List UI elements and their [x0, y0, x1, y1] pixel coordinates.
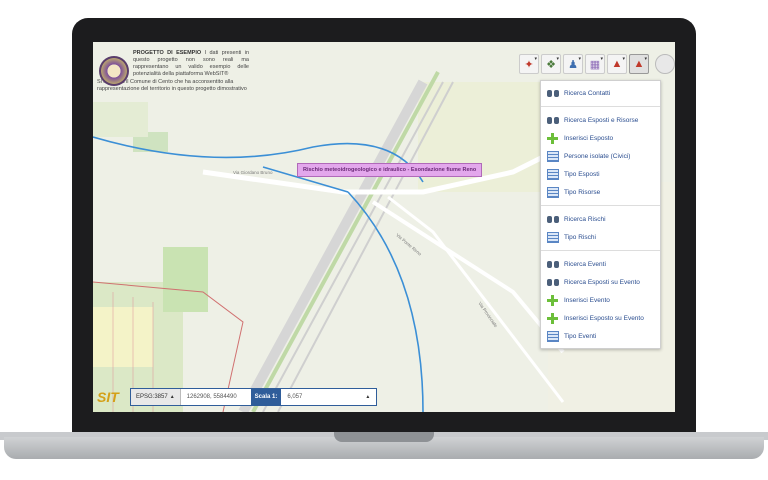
project-logo-icon [99, 56, 129, 86]
road-label: Via Giordano Bruno [233, 170, 273, 175]
binoculars-icon [546, 114, 559, 127]
table-icon [546, 168, 559, 181]
network-icon[interactable]: ✦ ▾ [519, 54, 539, 74]
menu-item-ricerca-rischi[interactable]: Ricerca Rischi [541, 210, 660, 228]
menu-item-ricerca-esposti-evento[interactable]: Ricerca Esposti su Evento [541, 273, 660, 291]
menu-item-ricerca-eventi[interactable]: Ricerca Eventi [541, 255, 660, 273]
hazard-tools-icon[interactable]: ▲ ▾ [629, 54, 649, 74]
risk-area-tooltip: Rischio meteoidrogeologico e idraulico -… [297, 163, 483, 177]
extra-tool-button[interactable] [655, 54, 675, 74]
binoculars-icon [546, 213, 559, 226]
menu-item-tipo-rischi[interactable]: Tipo Rischi [541, 228, 660, 246]
binoculars-icon [546, 276, 559, 289]
menu-divider [541, 205, 660, 206]
grid-map-icon[interactable]: ▦ ▾ [585, 54, 605, 74]
menu-item-inserisci-evento[interactable]: Inserisci Evento [541, 291, 660, 309]
table-icon [546, 231, 559, 244]
menu-divider [541, 250, 660, 251]
epsg-selector[interactable]: EPSG:3857 ▲ [131, 389, 181, 405]
plus-icon [546, 294, 559, 307]
laptop-notch [334, 432, 434, 442]
project-heading: PROGETTO DI ESEMPIO [133, 50, 202, 56]
binoculars-icon [546, 87, 559, 100]
scale-label: Scala 1: [250, 389, 282, 405]
coordinate-panel: EPSG:3857 ▲ 1262908, 5584490 Scala 1: 6,0… [130, 388, 378, 406]
brand-logo: SIT [97, 389, 119, 405]
tools-dropdown-menu: Ricerca Contatti Ricerca Esposti e Risor… [540, 80, 661, 349]
table-icon [546, 330, 559, 343]
scale-selector[interactable]: 6,057 ▲ [281, 394, 376, 400]
menu-item-inserisci-esposto[interactable]: Inserisci Esposto [541, 129, 660, 147]
plus-icon [546, 132, 559, 145]
menu-item-ricerca-esposti[interactable]: Ricerca Esposti e Risorse [541, 111, 660, 129]
caret-up-icon: ▲ [365, 394, 371, 400]
map-toolbar: ✦ ▾ ❖ ▾ ♟ ▾ ▦ ▾ ▲ ▾ ▲ ▾ [519, 54, 675, 76]
map-layers-icon[interactable]: ❖ ▾ [541, 54, 561, 74]
coordinates-readout: 1262908, 5584490 [186, 394, 237, 400]
plus-icon [546, 312, 559, 325]
table-icon [546, 150, 559, 163]
triangle-tools-icon[interactable]: ▲ ▾ [607, 54, 627, 74]
menu-item-inserisci-esposto-evento[interactable]: Inserisci Esposto su Evento [541, 309, 660, 327]
people-icon[interactable]: ♟ ▾ [563, 54, 583, 74]
binoculars-icon [546, 258, 559, 271]
project-info-panel: PROGETTO DI ESEMPIO I dati presenti in q… [97, 50, 249, 93]
menu-item-ricerca-contatti[interactable]: Ricerca Contatti [541, 84, 660, 102]
table-icon [546, 186, 559, 199]
menu-item-tipo-eventi[interactable]: Tipo Eventi [541, 327, 660, 345]
menu-item-tipo-esposti[interactable]: Tipo Esposti [541, 165, 660, 183]
map-screen[interactable]: Via Giordano Bruno Via Ponte Reno Via Pr… [93, 42, 675, 412]
bottom-bar: SIT EPSG:3857 ▲ 1262908, 5584490 Scala 1:… [97, 386, 378, 408]
menu-item-tipo-risorse[interactable]: Tipo Risorse [541, 183, 660, 201]
menu-item-persone-isolate[interactable]: Persone isolate (Civici) [541, 147, 660, 165]
menu-divider [541, 106, 660, 107]
